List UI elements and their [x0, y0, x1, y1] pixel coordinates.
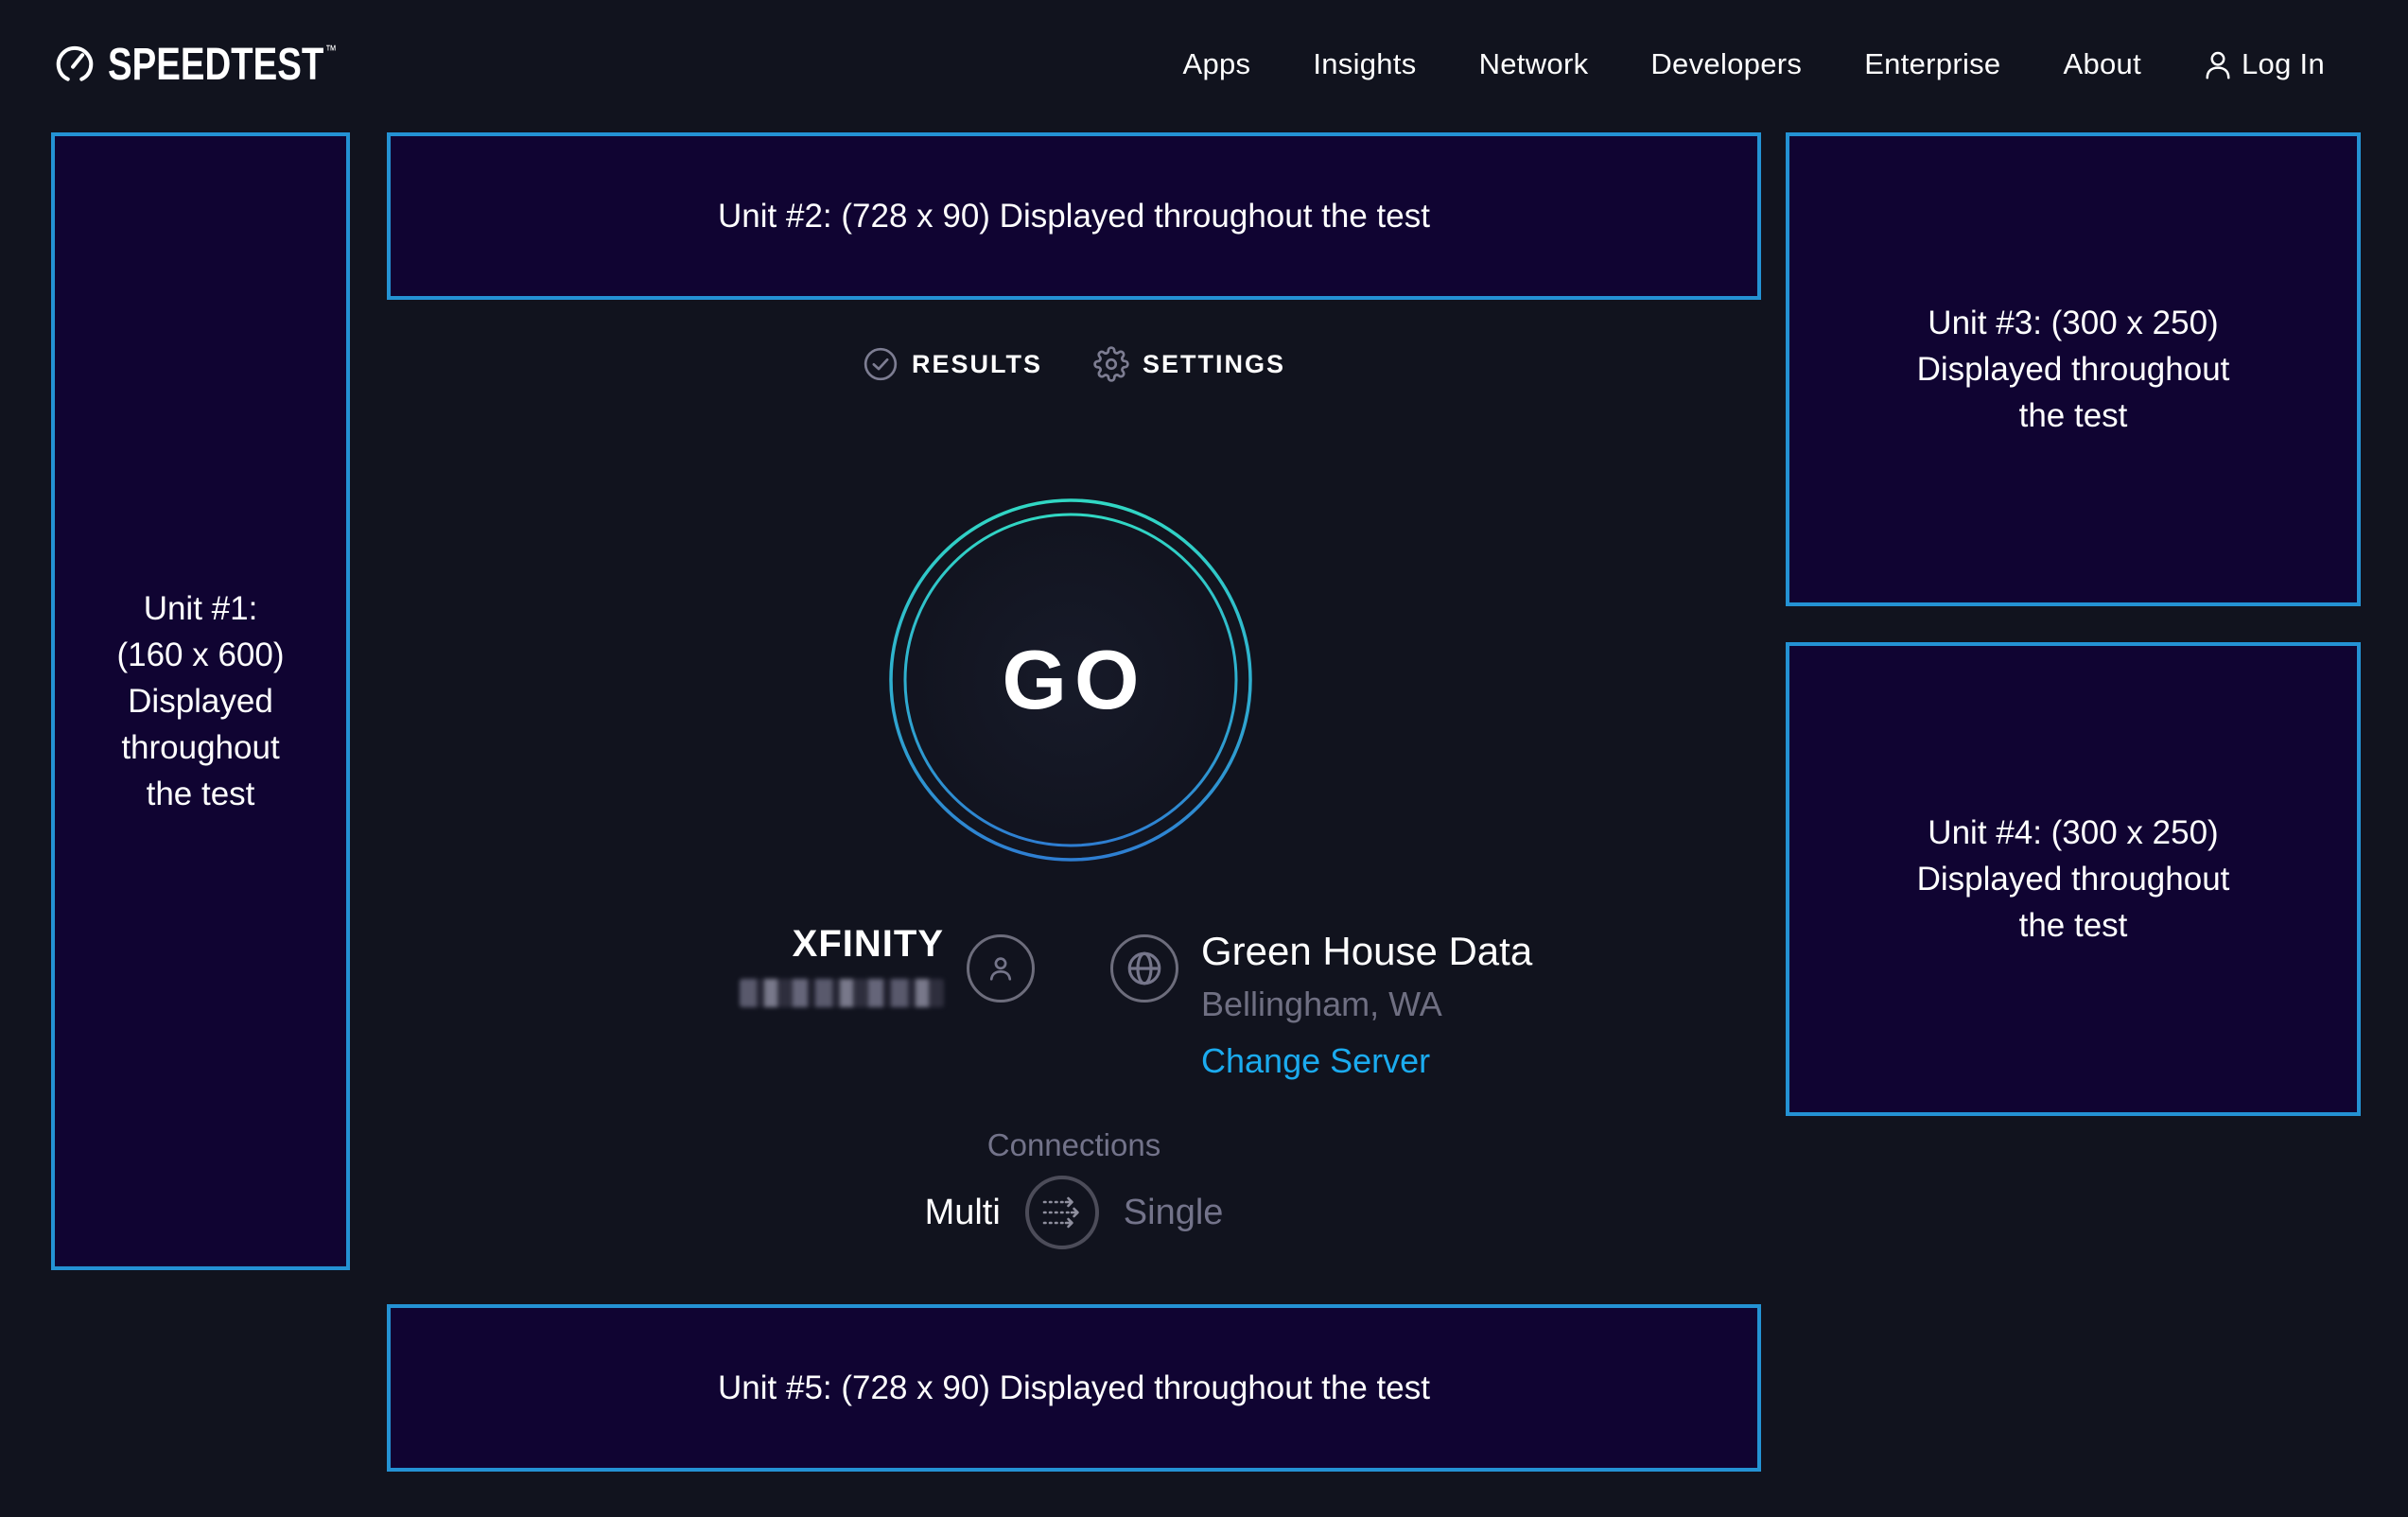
- server-badge: [1110, 934, 1178, 1003]
- multi-arrows-icon: [1040, 1193, 1084, 1232]
- nav-item-enterprise[interactable]: Enterprise: [1864, 47, 2000, 81]
- isp-info: XFINITY: [728, 923, 944, 1007]
- isp-name: XFINITY: [728, 923, 944, 966]
- trademark-symbol: ™: [325, 43, 337, 59]
- tab-settings-label: SETTINGS: [1143, 350, 1285, 379]
- connections-single-option[interactable]: Single: [1124, 1193, 1224, 1233]
- login-label: Log In: [2242, 47, 2325, 81]
- login-button[interactable]: Log In: [2204, 47, 2325, 81]
- connections-multi-option[interactable]: Multi: [925, 1193, 1001, 1233]
- user-icon: [2204, 49, 2232, 80]
- tab-results-label: RESULTS: [912, 350, 1042, 379]
- masked-ip-address: [740, 979, 944, 1007]
- tab-settings[interactable]: SETTINGS: [1093, 346, 1285, 382]
- globe-icon: [1125, 949, 1164, 988]
- ad-unit-3-text: Unit #3: (300 x 250) Displayed throughou…: [1917, 300, 2230, 439]
- top-nav-bar: SPEEDTEST™ Apps Insights Network Develop…: [0, 0, 2408, 129]
- ad-unit-1[interactable]: Unit #1: (160 x 600) Displayed throughou…: [51, 132, 350, 1270]
- server-name: Green House Data: [1201, 927, 1532, 976]
- ad-unit-5[interactable]: Unit #5: (728 x 90) Displayed throughout…: [387, 1304, 1761, 1472]
- ad-unit-1-text: Unit #1: (160 x 600) Displayed throughou…: [116, 585, 284, 817]
- user-circle-icon: [984, 951, 1018, 985]
- connections-row: Multi Single: [387, 1175, 1761, 1250]
- go-button-label: GO: [995, 632, 1147, 728]
- tabs-row: RESULTS SETTINGS: [387, 339, 1761, 390]
- nav-item-apps[interactable]: Apps: [1182, 47, 1250, 81]
- ad-unit-3[interactable]: Unit #3: (300 x 250) Displayed throughou…: [1786, 132, 2361, 606]
- nav-item-network[interactable]: Network: [1479, 47, 1589, 81]
- speedometer-icon: [53, 43, 96, 86]
- connections-label: Connections: [387, 1127, 1761, 1163]
- change-server-link[interactable]: Change Server: [1201, 1040, 1430, 1082]
- gear-icon: [1093, 346, 1129, 382]
- server-location: Bellingham, WA: [1201, 984, 1532, 1025]
- tab-results[interactable]: RESULTS: [863, 346, 1042, 382]
- connections-toggle[interactable]: [1025, 1176, 1099, 1249]
- ad-unit-4-text: Unit #4: (300 x 250) Displayed throughou…: [1917, 810, 2230, 949]
- nav-item-about[interactable]: About: [2063, 47, 2141, 81]
- logo-wordmark: SPEEDTEST™: [108, 39, 337, 91]
- speedtest-logo[interactable]: SPEEDTEST™: [53, 39, 393, 91]
- server-info: Green House Data Bellingham, WA Change S…: [1201, 927, 1532, 1082]
- ad-unit-4[interactable]: Unit #4: (300 x 250) Displayed throughou…: [1786, 642, 2361, 1116]
- check-circle-icon: [863, 346, 899, 382]
- go-button[interactable]: GO: [886, 496, 1255, 864]
- ad-unit-2[interactable]: Unit #2: (728 x 90) Displayed throughout…: [387, 132, 1761, 300]
- main-nav: Apps Insights Network Developers Enterpr…: [1182, 47, 2325, 81]
- nav-item-developers[interactable]: Developers: [1650, 47, 1802, 81]
- nav-item-insights[interactable]: Insights: [1313, 47, 1416, 81]
- ad-unit-2-text: Unit #2: (728 x 90) Displayed throughout…: [718, 193, 1430, 239]
- isp-badge[interactable]: [967, 934, 1035, 1003]
- ad-unit-5-text: Unit #5: (728 x 90) Displayed throughout…: [718, 1365, 1430, 1411]
